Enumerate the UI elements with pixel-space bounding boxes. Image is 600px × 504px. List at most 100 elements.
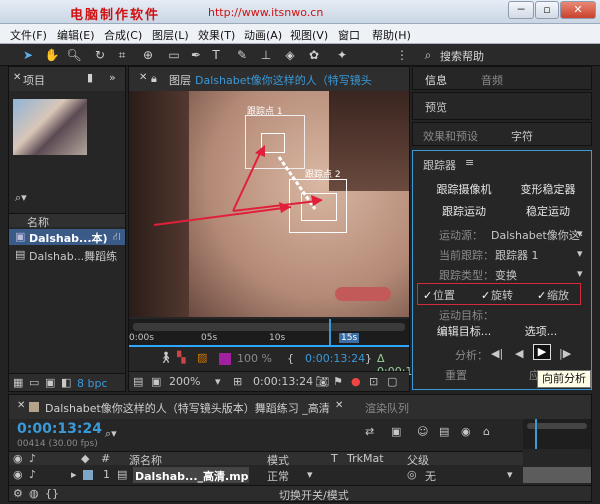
project-item-footage[interactable]: ▤ Dalshab...舞蹈练 — [9, 247, 125, 263]
show-snapshot-icon[interactable]: ⚑ — [333, 375, 343, 388]
in-point-time[interactable]: 0:00:13:24 — [305, 352, 365, 365]
out-point-icon[interactable]: } — [365, 352, 372, 365]
timeline-ruler[interactable] — [523, 419, 591, 449]
switches-icon[interactable]: ⚙ — [13, 487, 23, 500]
tab-info[interactable]: 信息 — [425, 72, 447, 88]
column-name-label[interactable]: 名称 — [27, 214, 49, 230]
tab-preview[interactable]: 预览 — [425, 99, 447, 115]
pan-behind-tool-icon[interactable]: ⊕ — [140, 47, 156, 63]
snapshot-icon[interactable]: 📷︎ — [315, 375, 329, 388]
in-point-icon[interactable]: { — [287, 352, 294, 365]
flowchart-icon[interactable]: ⛙ — [113, 230, 121, 245]
project-tab[interactable]: 项目 — [23, 72, 45, 88]
tab-composition[interactable]: Dalshabet像你这样的人（特写镜头版本）舞蹈练习 _高清 — [45, 400, 330, 416]
close-icon[interactable]: ✕ — [13, 72, 21, 83]
menu-help[interactable]: 帮助(H) — [372, 27, 411, 43]
options-button[interactable]: 选项... — [511, 323, 571, 341]
menu-window[interactable]: 窗口 — [338, 27, 360, 43]
brush-tool-icon[interactable]: ✎ — [234, 47, 250, 63]
region-icon[interactable]: ▨ — [197, 351, 207, 364]
camera-tool-icon[interactable]: ⌗ — [114, 47, 130, 63]
menu-file[interactable]: 文件(F) — [10, 27, 47, 43]
pen-tool-icon[interactable]: ✒ — [188, 47, 204, 63]
audio-toggle-icon[interactable]: ♪ — [29, 468, 36, 481]
chevron-down-icon[interactable]: ▾ — [577, 247, 583, 260]
type-tool-icon[interactable]: T — [208, 47, 224, 63]
eraser-tool-icon[interactable]: ◈ — [282, 47, 298, 63]
roto-brush-tool-icon[interactable]: ✿ — [306, 47, 322, 63]
current-track-select[interactable]: 跟踪器 1 — [495, 247, 539, 263]
rotate-tool-icon[interactable]: ↻ — [92, 47, 108, 63]
display-options-icon[interactable]: ▣ — [151, 375, 161, 388]
layer-duration-bar[interactable] — [523, 467, 591, 483]
menu-layer[interactable]: 图层(L) — [152, 27, 189, 43]
search-icon[interactable]: ⌕▾ — [105, 427, 117, 441]
close-icon[interactable]: ✕ — [17, 400, 25, 411]
shy-icon[interactable]: ☺ — [417, 425, 428, 438]
column-mode[interactable]: 模式 — [267, 452, 289, 468]
rotation-checkbox[interactable]: ✓旋转 — [481, 287, 513, 303]
fast-previews-icon[interactable]: ▢ — [387, 375, 397, 388]
track-type-select[interactable]: 变换 — [495, 267, 517, 283]
channel-icon[interactable]: ▚ — [177, 351, 185, 364]
tab-effects-presets[interactable]: 效果和预设 — [423, 128, 478, 144]
exposure-icon[interactable]: ⊡ — [369, 375, 378, 388]
toggle-switches-modes[interactable]: 切换开关/模式 — [279, 487, 349, 503]
viewer-timecode[interactable]: 0:00:13:24 — [253, 375, 313, 388]
analyze-forward-one-icon[interactable]: |▶ — [559, 347, 571, 360]
chevron-down-icon[interactable]: ▾ — [507, 468, 513, 481]
menu-composition[interactable]: 合成(C) — [104, 27, 142, 43]
grid-icon[interactable]: ⊞ — [233, 375, 242, 388]
track-motion-button[interactable]: 跟踪运动 — [423, 203, 505, 221]
expand-chevron-icon[interactable]: ▸ — [71, 468, 77, 481]
preview-options-icon[interactable]: ▤ — [133, 375, 143, 388]
motion-blur-icon[interactable]: ◉ — [461, 425, 471, 438]
reset-button[interactable]: 重置 — [423, 367, 489, 385]
search-help-label[interactable]: 搜索帮助 — [440, 48, 484, 64]
layer-parent-select[interactable]: 无 — [425, 468, 436, 484]
inout-icon[interactable]: {} — [45, 487, 59, 500]
panel-more-icon[interactable]: » — [109, 71, 116, 84]
column-parent[interactable]: 父级 — [407, 452, 429, 468]
frame-blending-icon[interactable]: ▤ — [439, 425, 449, 438]
search-icon[interactable]: ⌕ — [420, 47, 436, 63]
viewer-time-ruler[interactable]: 0:00s 05s 10s 15s — [129, 319, 409, 347]
color-depth-icon[interactable]: ◧ — [61, 376, 71, 389]
modes-icon[interactable]: ◍ — [29, 487, 39, 500]
bpc-label[interactable]: 8 bpc — [77, 377, 108, 390]
scale-checkbox[interactable]: ✓缩放 — [537, 287, 569, 303]
parent-pickwhip-icon[interactable]: ◎ — [407, 468, 417, 481]
channel-rgb-icon[interactable]: ● — [351, 375, 361, 388]
chevron-down-icon[interactable]: ▾ — [307, 468, 313, 481]
eye-icon[interactable]: ◉ — [13, 452, 23, 465]
analyze-backward-icon[interactable]: ◀ — [515, 347, 523, 360]
menu-effect[interactable]: 效果(T) — [198, 27, 235, 43]
zoom-select[interactable]: 200% — [169, 375, 200, 388]
comp-mini-flowchart-icon[interactable]: ⇄ — [365, 425, 374, 438]
table-row[interactable]: ◉ ♪ ▸ 1 ▤ Dalshab..._高清.mp4 正常 ▾ ◎ 无 ▾ — [9, 467, 523, 483]
minimize-button[interactable]: ─ — [508, 1, 534, 19]
graph-editor-icon[interactable]: ⌂ — [483, 425, 490, 438]
new-composition-icon[interactable]: ▣ — [45, 376, 55, 389]
chevron-down-icon[interactable]: ▾ — [577, 227, 583, 240]
snapping-icon[interactable]: ⋮ — [394, 47, 410, 63]
warp-stabilizer-button[interactable]: 变形稳定器 — [507, 181, 589, 199]
selection-tool-icon[interactable]: ➤ — [20, 47, 36, 63]
close-button[interactable]: ✕ — [560, 1, 596, 19]
column-source-name[interactable]: 源名称 — [129, 452, 162, 468]
tab-audio[interactable]: 音频 — [481, 72, 503, 88]
layer-label-color[interactable] — [83, 470, 93, 480]
walk-icon[interactable]: 🚶︎ — [159, 351, 173, 364]
rectangle-tool-icon[interactable]: ▭ — [166, 47, 182, 63]
close-icon[interactable]: ✕ — [335, 400, 343, 411]
chevron-down-icon[interactable]: ▾ — [577, 267, 583, 280]
interpret-footage-icon[interactable]: ▦ — [13, 376, 23, 389]
close-icon[interactable]: ✕ — [139, 72, 147, 83]
timeline-timecode[interactable]: 0:00:13:24 — [17, 421, 102, 437]
layer-tab[interactable]: Dalshabet像你这样的人（特写镜头 — [195, 72, 407, 88]
visibility-eye-icon[interactable]: ◉ — [13, 468, 23, 481]
current-time-indicator[interactable] — [535, 419, 537, 449]
project-item-composition[interactable]: ▣ Dalshab...本) ⛙ — [9, 229, 125, 245]
audio-icon[interactable]: ♪ — [29, 452, 36, 465]
tab-render-queue[interactable]: 渲染队列 — [365, 400, 409, 416]
